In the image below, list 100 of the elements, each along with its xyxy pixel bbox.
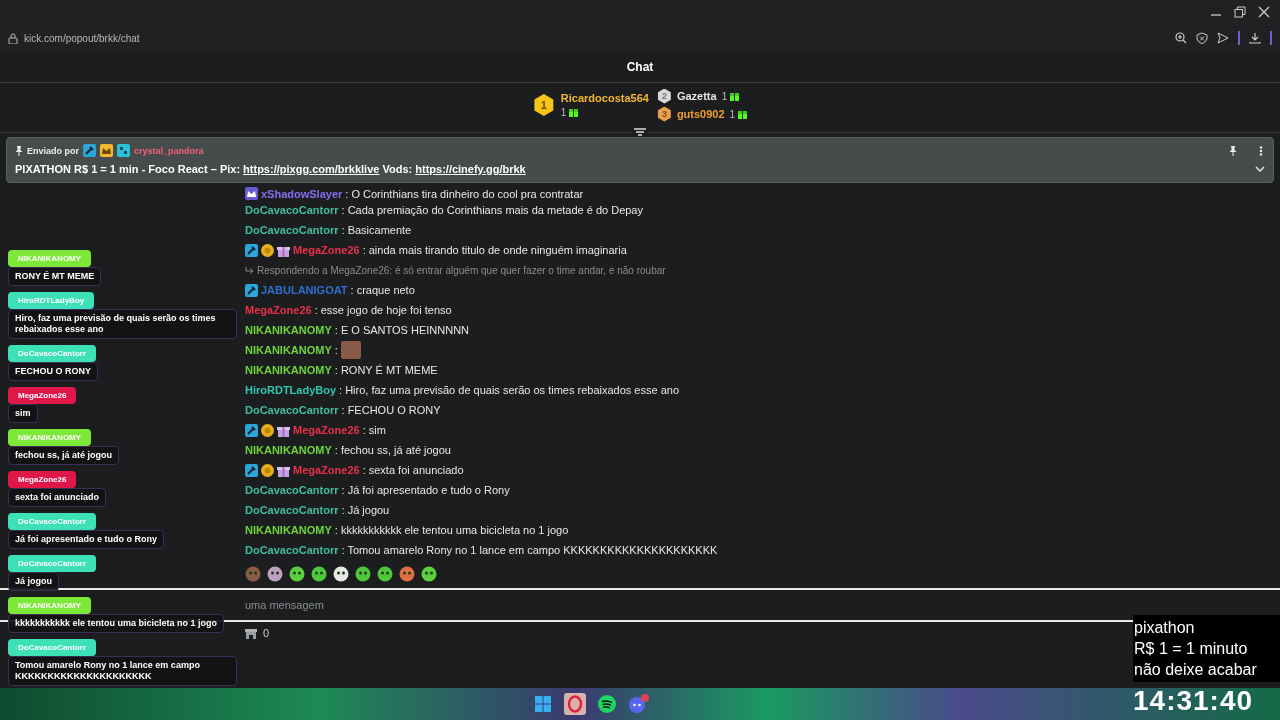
chat-message-text: : sexta foi anunciado [362,464,464,476]
reply-text: Respondendo a MegaZone26: é só entrar alguém que quer fazer o time andar, e não roubar [257,264,666,276]
chat-message-text: : ainda mais tirando titulo de onde ninguém imaginaria [362,244,627,256]
chat-username[interactable]: NIKANIKANOMY [245,524,332,536]
restore-icon[interactable] [1234,6,1246,18]
pin-icon [15,145,23,156]
chat-message-text: : Já jogou [341,504,390,516]
pinned-message-text: PIXATHON R$ 1 = 1 min - Foco React – Pix: https://pixgg.com/brkklive Vods: https://cinefy.gg/brkk [15,163,526,175]
gift-count: 1 [721,90,728,102]
chat-username[interactable]: NIKANIKANOMY [245,344,332,356]
chat-username[interactable]: NIKANIKANOMY [245,324,332,336]
alert-message: FECHOU O RONY [8,362,98,381]
chat-message-text: : RONY É MT MEME [334,364,438,376]
emote-icon[interactable] [311,566,327,582]
pinned-label: Enviado por [27,145,79,156]
alert-message: sim [8,404,38,423]
filter-lines-icon[interactable] [633,127,647,137]
alert-username: DoCavacoCantorr [8,555,96,572]
rank-medal: 2 [656,88,672,104]
chat-app-icon[interactable] [628,694,650,714]
chat-username[interactable]: NIKANIKANOMY [245,444,332,456]
chat-username[interactable]: DoCavacoCantorr [245,404,339,416]
chevron-down-icon[interactable] [1255,165,1265,173]
alert-message: Hiro, faz uma previsão de quais serão os times rebaixados esse ano [8,309,237,339]
chat-message-text: : O Corinthians tira dinheiro do cool pra contratar [345,187,584,200]
chat-username[interactable]: DoCavacoCantorr [245,224,339,236]
chat-username[interactable]: MegaZone26 [245,304,312,316]
chat-username[interactable]: xShadowSlayer [261,187,343,200]
windows-icon[interactable] [534,695,552,713]
emote-icon[interactable] [377,566,393,582]
alert-message: kkkkkkkkkkk ele tentou uma bicicleta no 1 jogo [8,614,225,633]
shield-x-icon[interactable] [1196,32,1208,44]
chat-message-text: : Cada premiação do Corinthians mais da metade é do Depay [341,204,643,216]
link[interactable]: https://pixgg.com/brkklive [243,163,380,175]
alert-username: DoCavacoCantorr [8,513,96,530]
chat-username[interactable]: MegaZone26 [293,244,360,256]
alert-username: DoCavacoCantorr [8,345,96,362]
reply-arrow-icon [245,266,254,274]
chat-username[interactable]: NIKANIKANOMY [245,364,332,376]
gift-icon [738,109,748,119]
chat-username[interactable]: MegaZone26 [293,464,360,476]
coin-badge-icon [261,243,274,257]
emote-icon[interactable] [289,566,305,582]
lock-icon [8,32,18,44]
chat-message-text: : kkkkkkkkkkk ele tentou uma bicicleta no 1 jogo [334,524,569,536]
chat-username[interactable]: DoCavacoCantorr [245,504,339,516]
gift-icon [730,91,740,101]
chat-title: Chat [626,60,654,74]
emote-icon[interactable] [267,566,283,582]
zoom-in-icon[interactable] [1175,32,1187,44]
rank-medal: 1 [532,94,555,116]
rank-medal: 3 [656,106,672,122]
chat-message-text: : esse jogo de hoje foi tenso [314,304,452,316]
gifter-name[interactable]: Ricardocosta564 [560,92,649,104]
gift-icon [569,108,579,117]
gift-count: 1 [560,107,567,118]
alert-username: NIKANIKANOMY [8,597,92,614]
link[interactable]: https://cinefy.gg/brkk [415,163,526,175]
close-icon[interactable] [1258,6,1270,18]
chat-username[interactable]: DoCavacoCantorr [245,204,339,216]
chat-username[interactable]: HiroRDTLadyBoy [245,384,337,396]
info-line: R$ 1 = 1 minuto [1134,639,1249,659]
alert-username: DoCavacoCantorr [8,639,96,656]
point-count: 0 [263,627,270,639]
emote-icon[interactable] [355,566,371,582]
alert-message: Tomou amarelo Rony no 1 lance em campo KKKKKKKKKKKKKKKKKKKKK [8,656,237,686]
chat-username[interactable]: MegaZone26 [293,424,360,436]
alert-username: NIKANIKANOMY [8,429,92,446]
alert-username: MegaZone26 [8,471,77,488]
clock-time: 14:31:40 [1133,684,1255,718]
gifter-name[interactable]: guts0902 [676,108,725,120]
more-options-icon[interactable] [1259,145,1263,156]
chat-username[interactable]: DoCavacoCantorr [245,544,339,556]
alert-username: NIKANIKANOMY [8,250,92,267]
crown-badge-icon [245,187,258,200]
alert-message: Já jogou [8,572,59,591]
download-icon[interactable] [1249,32,1261,44]
music-app-icon[interactable] [598,695,616,713]
grid-badge-icon [117,144,130,157]
gift-count: 1 [729,108,736,120]
info-line: não deixe acabar [1134,660,1258,680]
alert-username: MegaZone26 [8,387,77,404]
send-icon[interactable] [1217,32,1229,44]
crown-badge-icon [100,144,113,157]
sword-badge-icon [83,144,96,157]
emote-icon[interactable] [421,566,437,582]
gifter-name[interactable]: Gazetta [676,90,717,102]
sword-badge-icon [245,423,258,437]
coin-badge-icon [261,463,274,477]
emote-icon[interactable] [333,566,349,582]
chat-username[interactable]: DoCavacoCantorr [245,484,339,496]
alert-message: fechou ss, já até jogou [8,446,120,465]
chat-message-text: : Tomou amarelo Rony no 1 lance em campo KKKKKKKKKKKKKKKKKKKKK [341,544,718,556]
store-icon[interactable] [245,627,257,639]
sword-badge-icon [245,283,258,297]
chat-message-text: : Basicamente [341,224,412,236]
pin-icon[interactable] [1229,145,1237,156]
sword-badge-icon [245,463,258,477]
coin-badge-icon [261,423,274,437]
alert-username: HiroRDTLadyBoy [8,292,95,309]
